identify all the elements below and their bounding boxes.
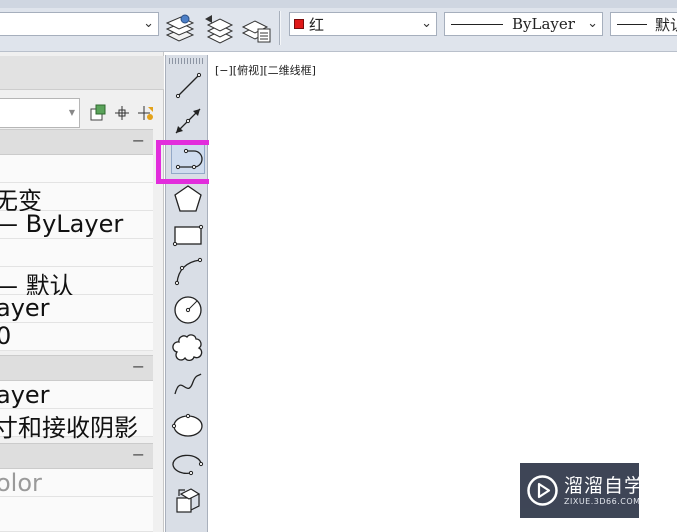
toggle-pickadd-icon[interactable] [89, 104, 107, 122]
collapse-icon[interactable]: − [132, 131, 145, 150]
color-swatch [294, 19, 304, 29]
properties-palette: ▼ − 无变 — ByLayer — 默认 ayer 0 − ayer 寸和接收… [0, 52, 164, 532]
color-dropdown[interactable]: 红 ⌄ [289, 12, 437, 36]
property-row-thickness[interactable]: 0 [0, 322, 153, 351]
property-value: olor [0, 469, 42, 497]
property-value: — ByLayer [0, 210, 124, 238]
ellipse-icon[interactable] [171, 408, 205, 442]
drag-handle[interactable] [169, 58, 204, 64]
chevron-down-icon[interactable]: ⌄ [143, 16, 154, 31]
collapse-icon[interactable]: − [132, 357, 145, 376]
lineweight-value: 默认 [655, 16, 677, 34]
property-value: ayer [0, 381, 50, 409]
draw-toolbar [165, 55, 208, 532]
lineweight-dropdown[interactable]: 默认 [610, 12, 677, 36]
viewport-controls-label[interactable]: [−][俯视][二维线框] [215, 62, 316, 78]
property-row-empty [0, 497, 153, 532]
property-row-lineweight[interactable]: — 默认 [0, 267, 153, 300]
section-header-3d-effects[interactable]: − [0, 355, 153, 381]
layer-dropdown[interactable]: ⌄ [0, 12, 159, 36]
toolbar-separator [280, 11, 281, 45]
layer-previous-icon[interactable] [202, 13, 236, 45]
property-row-shadow[interactable]: 寸和接收阴影 [0, 409, 153, 442]
watermark-title: 溜溜自学 [564, 475, 645, 497]
rectangle-icon[interactable] [171, 218, 205, 252]
property-row-plotstyle[interactable]: ayer [0, 294, 153, 323]
property-value: 寸和接收阴影 [0, 414, 138, 442]
linetype-sample [451, 24, 503, 25]
watermark-url: ZIXUE.3D66.COM [564, 497, 641, 506]
chevron-down-icon[interactable]: ⌄ [587, 16, 598, 31]
property-row-color[interactable]: 无变 [0, 183, 153, 215]
select-objects-icon[interactable] [113, 104, 131, 122]
spline-icon[interactable] [171, 368, 205, 402]
linetype-dropdown[interactable]: ByLayer ⌄ [444, 12, 603, 36]
section-header-plot[interactable]: − [0, 443, 153, 469]
top-toolbar: ⌄ 红 ⌄ ByLayer ⌄ 默 [0, 0, 677, 52]
more-tools-icon[interactable] [171, 522, 205, 532]
property-value: ayer [0, 294, 50, 322]
quick-select-icon[interactable] [137, 104, 155, 122]
ellipse-arc-icon[interactable] [171, 446, 205, 480]
line-icon[interactable] [171, 68, 205, 102]
property-row-scale[interactable] [0, 239, 153, 267]
layer-states-icon[interactable] [163, 13, 197, 45]
chevron-down-icon[interactable]: ▼ [69, 108, 75, 117]
polygon-icon[interactable] [171, 182, 205, 216]
palette-title-bar [0, 56, 164, 90]
lineweight-sample [617, 24, 647, 25]
property-row-material[interactable]: ayer [0, 381, 153, 409]
circle-icon[interactable] [171, 292, 205, 326]
property-value: 0 [0, 322, 12, 350]
construction-line-icon[interactable] [171, 104, 205, 138]
chevron-down-icon[interactable]: ⌄ [421, 16, 432, 31]
property-row-linetype[interactable]: — ByLayer [0, 210, 153, 239]
play-logo-icon [526, 474, 559, 507]
property-row-spacer [0, 155, 153, 183]
color-value: 红 [309, 16, 325, 34]
insert-block-icon[interactable] [171, 484, 205, 518]
toolbar-edge [0, 0, 677, 8]
section-header-general[interactable]: − [0, 129, 153, 155]
layer-properties-icon[interactable] [240, 13, 274, 45]
watermark-badge: 溜溜自学 ZIXUE.3D66.COM [520, 463, 643, 518]
revision-cloud-icon[interactable] [171, 330, 205, 364]
arc-icon[interactable] [171, 254, 205, 288]
linetype-value: ByLayer [512, 15, 575, 33]
drawing-canvas[interactable] [209, 52, 677, 532]
property-row-plotcolor[interactable]: olor [0, 469, 153, 497]
collapse-icon[interactable]: − [132, 445, 145, 464]
object-type-select[interactable]: ▼ [0, 98, 80, 128]
